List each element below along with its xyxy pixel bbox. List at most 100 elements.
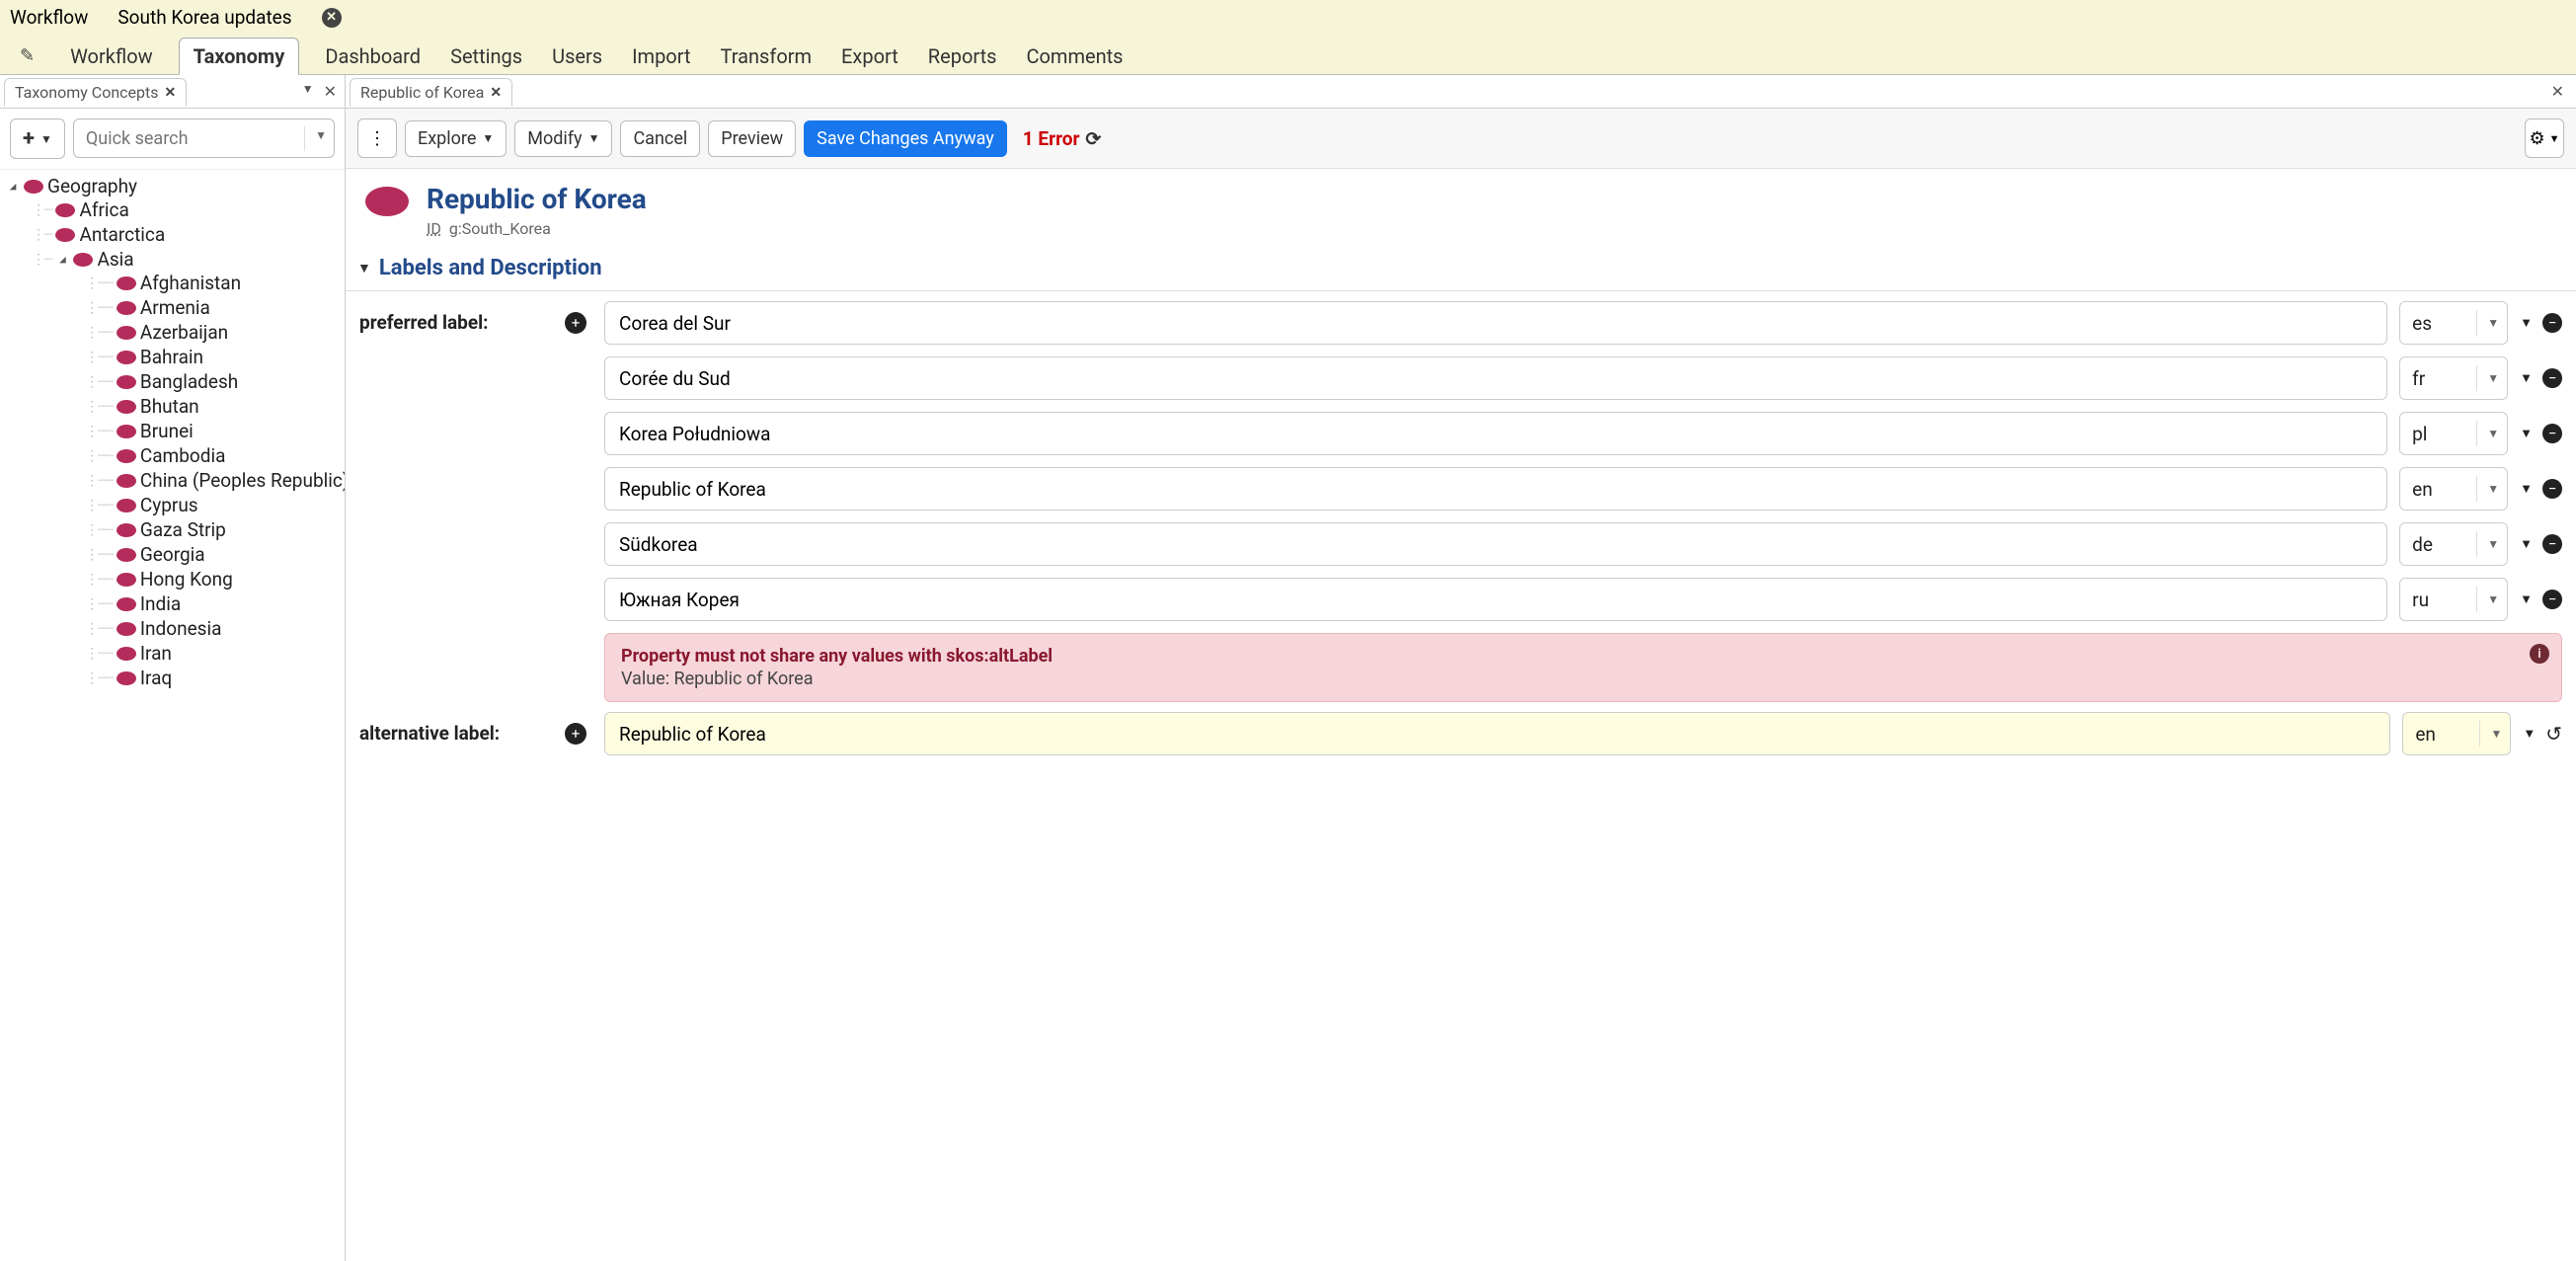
nav-import[interactable]: Import (628, 39, 694, 74)
tree-node[interactable]: ⋮┈┈Hong Kong (85, 568, 339, 591)
edit-icon[interactable]: ✎ (20, 45, 35, 66)
close-workflow-icon[interactable]: ✕ (322, 8, 342, 28)
tree-node-geography[interactable]: ◢ Geography (6, 175, 339, 197)
tree-node[interactable]: ⋮┈┈Afghanistan (85, 272, 339, 294)
tree-node[interactable]: ⋮┈┈Cyprus (85, 494, 339, 516)
language-select[interactable]: en ▼ (2402, 712, 2511, 755)
tree-node[interactable]: ⋮┈┈Azerbaijan (85, 321, 339, 344)
nav-taxonomy[interactable]: Taxonomy (179, 38, 300, 75)
main-tab-republic-of-korea[interactable]: Republic of Korea ✕ (350, 78, 512, 107)
remove-value-button[interactable]: − (2542, 590, 2562, 609)
tree-node[interactable]: ⋮┈Africa (32, 198, 339, 221)
language-select[interactable]: es▼ (2399, 301, 2508, 345)
chevron-down-icon[interactable]: ▼ (302, 82, 314, 101)
cancel-button[interactable]: Cancel (620, 120, 700, 157)
label-value-input[interactable] (604, 522, 2387, 566)
tree-node[interactable]: ⋮┈◢Asia (32, 248, 339, 271)
gear-icon: ⚙ (2529, 128, 2544, 149)
remove-value-button[interactable]: − (2542, 368, 2562, 388)
label-value-input[interactable] (604, 712, 2390, 755)
search-input[interactable] (73, 118, 335, 158)
collapse-icon[interactable]: ▼ (357, 260, 371, 276)
tree-node[interactable]: ⋮┈┈India (85, 592, 339, 615)
explore-button[interactable]: Explore ▼ (405, 120, 507, 157)
tree-node[interactable]: ⋮┈Antarctica (32, 223, 339, 246)
tree-node[interactable]: ⋮┈┈Iran (85, 642, 339, 665)
nav-transform[interactable]: Transform (717, 39, 817, 74)
breadcrumb-workflow[interactable]: Workflow (10, 6, 88, 29)
settings-button[interactable]: ⚙ ▼ (2525, 118, 2564, 158)
chevron-down-icon[interactable]: ▼ (2520, 591, 2533, 607)
undo-icon[interactable]: ↺ (2545, 722, 2562, 746)
refresh-icon[interactable]: ⟳ (1085, 127, 1101, 150)
close-panel-icon[interactable]: ✕ (324, 82, 337, 101)
chevron-down-icon[interactable]: ▼ (2523, 726, 2536, 742)
breadcrumb-current[interactable]: South Korea updates (117, 6, 291, 29)
label-value-input[interactable] (604, 301, 2387, 345)
chevron-down-icon[interactable]: ▼ (2520, 315, 2533, 331)
language-select[interactable]: ru▼ (2399, 578, 2508, 621)
language-select[interactable]: de▼ (2399, 522, 2508, 566)
concept-icon (117, 548, 136, 562)
language-select[interactable]: en▼ (2399, 467, 2508, 511)
sidebar-tab-concepts[interactable]: Taxonomy Concepts ✕ (4, 78, 187, 107)
id-label: ID (427, 219, 441, 238)
language-select[interactable]: pl▼ (2399, 412, 2508, 455)
tree-node[interactable]: ⋮┈┈Bangladesh (85, 370, 339, 393)
language-select[interactable]: fr▼ (2399, 356, 2508, 400)
error-count-badge[interactable]: 1 Error ⟳ (1023, 127, 1102, 150)
more-actions-button[interactable]: ⋮ (357, 118, 397, 158)
form-area: preferred label: + es▼▼−fr▼▼−pl▼▼−en▼▼−d… (346, 291, 2576, 775)
tree-node[interactable]: ⋮┈┈Bhutan (85, 395, 339, 418)
label-value-input[interactable] (604, 356, 2387, 400)
nav-export[interactable]: Export (837, 39, 902, 74)
chevron-down-icon[interactable]: ▼ (2520, 426, 2533, 441)
remove-value-button[interactable]: − (2542, 424, 2562, 443)
concept-icon (117, 326, 136, 340)
save-button[interactable]: Save Changes Anyway (804, 120, 1007, 157)
chevron-down-icon[interactable]: ▼ (2520, 536, 2533, 552)
chevron-down-icon: ▼ (2487, 371, 2499, 385)
tree-label: Cyprus (140, 494, 198, 516)
collapse-icon[interactable]: ◢ (55, 253, 69, 266)
tree-node[interactable]: ⋮┈┈Cambodia (85, 444, 339, 467)
nav-dashboard[interactable]: Dashboard (321, 39, 425, 74)
section-labels-and-description[interactable]: ▼ Labels and Description (346, 246, 2576, 291)
tree-node[interactable]: ⋮┈┈China (Peoples Republic) (85, 469, 339, 492)
nav-reports[interactable]: Reports (924, 39, 1001, 74)
tree-node[interactable]: ⋮┈┈Brunei (85, 420, 339, 442)
value-row: de▼ ▼− (604, 522, 2562, 566)
add-value-button[interactable]: + (565, 312, 586, 334)
label-value-input[interactable] (604, 412, 2387, 455)
add-concept-button[interactable]: + ▼ (10, 118, 65, 159)
close-panel-icon[interactable]: ✕ (2551, 82, 2564, 101)
tree-node[interactable]: ⋮┈┈Georgia (85, 543, 339, 566)
nav-comments[interactable]: Comments (1022, 39, 1127, 74)
tree-node[interactable]: ⋮┈┈Indonesia (85, 617, 339, 640)
chevron-down-icon[interactable]: ▼ (315, 128, 327, 142)
nav-settings[interactable]: Settings (446, 39, 526, 74)
nav-users[interactable]: Users (548, 39, 606, 74)
label-value-input[interactable] (604, 467, 2387, 511)
concept-tree[interactable]: ◢ Geography ⋮┈Africa⋮┈Antarctica⋮┈◢Asia⋮… (0, 170, 345, 1261)
add-value-button[interactable]: + (565, 723, 586, 745)
remove-value-button[interactable]: − (2542, 479, 2562, 499)
chevron-down-icon[interactable]: ▼ (2520, 370, 2533, 386)
tree-node[interactable]: ⋮┈┈Iraq (85, 667, 339, 689)
modify-button[interactable]: Modify ▼ (514, 120, 612, 157)
chevron-down-icon: ▼ (2487, 592, 2499, 606)
tree-node[interactable]: ⋮┈┈Gaza Strip (85, 518, 339, 541)
remove-value-button[interactable]: − (2542, 534, 2562, 554)
preview-button[interactable]: Preview (708, 120, 796, 157)
remove-value-button[interactable]: − (2542, 313, 2562, 333)
tree-node[interactable]: ⋮┈┈Bahrain (85, 346, 339, 368)
collapse-icon[interactable]: ◢ (6, 180, 20, 193)
close-icon[interactable]: ✕ (490, 85, 502, 101)
info-icon[interactable]: i (2530, 644, 2549, 664)
chevron-down-icon[interactable]: ▼ (2520, 481, 2533, 497)
close-icon[interactable]: ✕ (165, 85, 177, 101)
tree-node[interactable]: ⋮┈┈Armenia (85, 296, 339, 319)
nav-workflow[interactable]: Workflow (66, 39, 157, 74)
concept-icon (117, 671, 136, 685)
label-value-input[interactable] (604, 578, 2387, 621)
